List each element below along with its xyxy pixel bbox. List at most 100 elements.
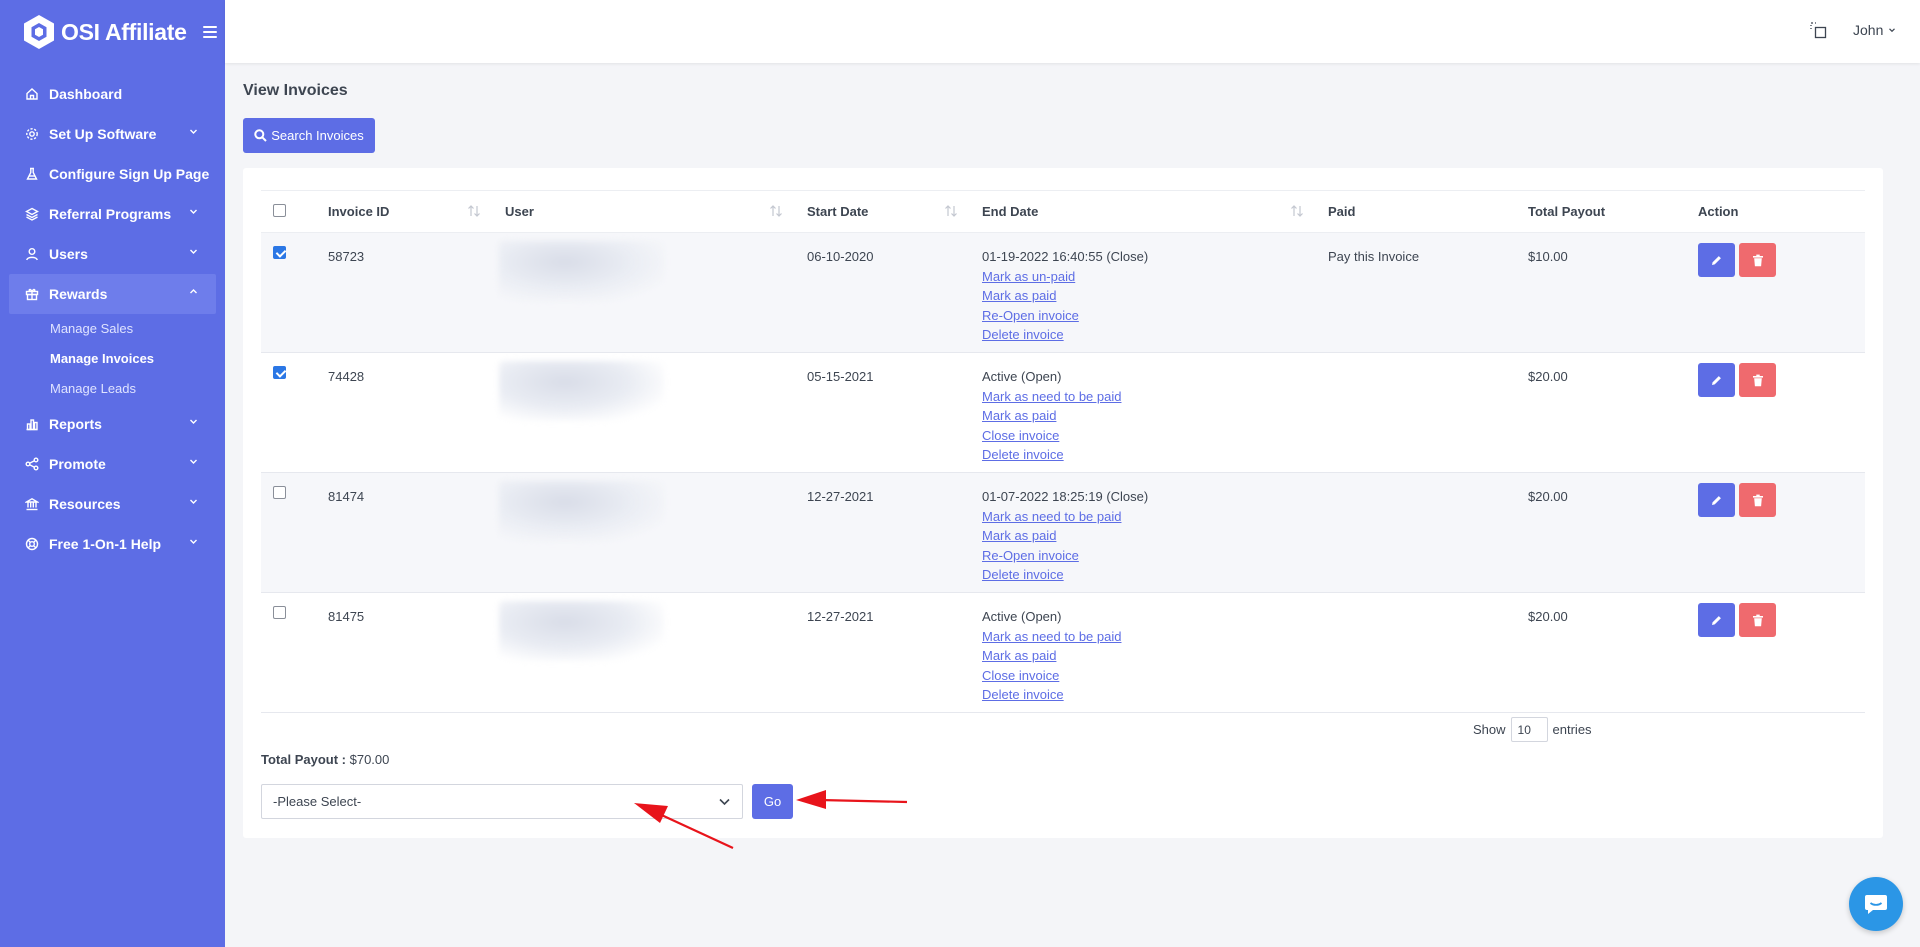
- chat-icon: [1865, 895, 1887, 914]
- gear-icon: [25, 127, 39, 141]
- lifebuoy-icon: [25, 537, 39, 551]
- sidebar-item-configure-sign-up-page[interactable]: Configure Sign Up Page: [9, 154, 216, 194]
- invoices-table: Invoice ID User Start Date End Date Paid…: [261, 190, 1865, 713]
- invoice-id-cell: 74428: [328, 369, 365, 384]
- reopen-invoice-link[interactable]: Re-Open invoice: [982, 306, 1304, 326]
- user-menu[interactable]: John: [1853, 22, 1896, 38]
- sidebar-item-dashboard[interactable]: Dashboard: [9, 74, 216, 114]
- submenu-item-manage-sales[interactable]: Manage Sales: [50, 314, 216, 344]
- sidebar-item-promote[interactable]: Promote: [9, 444, 216, 484]
- sort-icon[interactable]: [944, 205, 958, 217]
- sort-icon[interactable]: [769, 205, 783, 217]
- column-label: Action: [1698, 204, 1739, 219]
- submenu-item-manage-leads[interactable]: Manage Leads: [50, 374, 216, 404]
- show-label: Show: [1473, 722, 1506, 737]
- logo-icon: [24, 15, 54, 49]
- entries-input[interactable]: [1510, 717, 1548, 742]
- sidebar-item-rewards[interactable]: Rewards: [9, 274, 216, 314]
- paid-cell: [1316, 473, 1516, 593]
- bar-chart-icon: [25, 417, 39, 431]
- home-icon: [25, 87, 39, 101]
- column-header-end-date[interactable]: End Date: [970, 190, 1316, 233]
- action-cell: [1686, 233, 1865, 353]
- chat-launcher-button[interactable]: [1849, 877, 1903, 931]
- column-header-paid: Paid: [1316, 190, 1516, 233]
- chevron-down-icon: [190, 459, 197, 464]
- redacted-user: [499, 361, 664, 421]
- end-date-cell: Active (Open) Mark as need to be paid Ma…: [970, 593, 1316, 713]
- delete-button[interactable]: [1739, 243, 1776, 277]
- share-icon: [25, 457, 39, 471]
- column-label: Paid: [1328, 204, 1356, 219]
- total-payout-label: Total Payout :: [261, 752, 346, 767]
- column-header-action: Action: [1686, 190, 1865, 233]
- sidebar-item-label: Users: [49, 246, 88, 262]
- end-date-cell: 01-19-2022 16:40:55 (Close) Mark as un-p…: [970, 233, 1316, 353]
- delete-button[interactable]: [1739, 603, 1776, 637]
- edit-button[interactable]: [1698, 483, 1735, 517]
- table-row: 81474 12-27-2021 01-07-2022 18:25:19 (Cl…: [261, 472, 1865, 593]
- row-checkbox[interactable]: [273, 246, 286, 259]
- column-header-invoice-id[interactable]: Invoice ID: [316, 190, 493, 233]
- submenu-item-manage-invoices[interactable]: Manage Invoices: [50, 344, 216, 374]
- mark-unpaid-link[interactable]: Mark as un-paid: [982, 267, 1304, 287]
- sidebar-item-label: Promote: [49, 456, 106, 472]
- rewards-submenu: Manage Sales Manage Invoices Manage Lead…: [9, 314, 216, 404]
- invoice-actions: Mark as need to be paid Mark as paid Clo…: [982, 627, 1304, 705]
- reopen-invoice-link[interactable]: Re-Open invoice: [982, 546, 1304, 566]
- total-payout-cell: $20.00: [1528, 609, 1568, 624]
- column-header-start-date[interactable]: Start Date: [795, 190, 970, 233]
- redacted-user: [499, 481, 664, 541]
- go-button[interactable]: Go: [752, 784, 793, 819]
- row-checkbox[interactable]: [273, 486, 286, 499]
- invoice-actions: Mark as need to be paid Mark as paid Clo…: [982, 387, 1304, 465]
- column-header-user[interactable]: User: [493, 190, 795, 233]
- user-cell: [493, 233, 795, 353]
- pencil-icon: [1712, 615, 1721, 625]
- sort-icon[interactable]: [1290, 205, 1304, 217]
- invoice-actions: Mark as un-paid Mark as paid Re-Open inv…: [982, 267, 1304, 345]
- search-invoices-button[interactable]: Search Invoices: [243, 118, 375, 153]
- mark-paid-link[interactable]: Mark as paid: [982, 286, 1304, 306]
- mark-need-to-be-paid-link[interactable]: Mark as need to be paid: [982, 387, 1304, 407]
- mark-paid-link[interactable]: Mark as paid: [982, 526, 1304, 546]
- edit-button[interactable]: [1698, 243, 1735, 277]
- user-icon: [25, 247, 39, 261]
- user-cell: [493, 593, 795, 713]
- fullscreen-icon[interactable]: [1810, 22, 1828, 40]
- delete-invoice-link[interactable]: Delete invoice: [982, 685, 1304, 705]
- mark-need-to-be-paid-link[interactable]: Mark as need to be paid: [982, 627, 1304, 647]
- bulk-action-select[interactable]: -Please Select-: [261, 784, 743, 819]
- mark-paid-link[interactable]: Mark as paid: [982, 406, 1304, 426]
- close-invoice-link[interactable]: Close invoice: [982, 666, 1304, 686]
- sidebar-item-resources[interactable]: Resources: [9, 484, 216, 524]
- sidebar-item-reports[interactable]: Reports: [9, 404, 216, 444]
- close-invoice-link[interactable]: Close invoice: [982, 426, 1304, 446]
- sidebar-item-referral-programs[interactable]: Referral Programs: [9, 194, 216, 234]
- sidebar-item-set-up-software[interactable]: Set Up Software: [9, 114, 216, 154]
- row-checkbox[interactable]: [273, 366, 286, 379]
- sort-icon[interactable]: [467, 205, 481, 217]
- row-select-cell: [261, 353, 316, 473]
- bulk-action-selected: -Please Select-: [273, 794, 362, 809]
- end-date-cell: 01-07-2022 18:25:19 (Close) Mark as need…: [970, 473, 1316, 593]
- edit-button[interactable]: [1698, 363, 1735, 397]
- chevron-down-icon: [190, 209, 197, 214]
- table-header-row: Invoice ID User Start Date End Date Paid…: [261, 190, 1865, 233]
- trash-icon: [1752, 614, 1763, 626]
- sidebar-item-free-help[interactable]: Free 1-On-1 Help: [9, 524, 216, 564]
- delete-invoice-link[interactable]: Delete invoice: [982, 445, 1304, 465]
- mark-need-to-be-paid-link[interactable]: Mark as need to be paid: [982, 507, 1304, 527]
- row-checkbox[interactable]: [273, 606, 286, 619]
- total-payout-cell: $10.00: [1528, 249, 1568, 264]
- edit-button[interactable]: [1698, 603, 1735, 637]
- redacted-user: [499, 241, 664, 301]
- delete-invoice-link[interactable]: Delete invoice: [982, 325, 1304, 345]
- sidebar-item-users[interactable]: Users: [9, 234, 216, 274]
- select-all-checkbox[interactable]: [273, 203, 286, 217]
- delete-button[interactable]: [1739, 363, 1776, 397]
- mark-paid-link[interactable]: Mark as paid: [982, 646, 1304, 666]
- menu-toggle-icon[interactable]: [202, 26, 217, 38]
- delete-invoice-link[interactable]: Delete invoice: [982, 565, 1304, 585]
- delete-button[interactable]: [1739, 483, 1776, 517]
